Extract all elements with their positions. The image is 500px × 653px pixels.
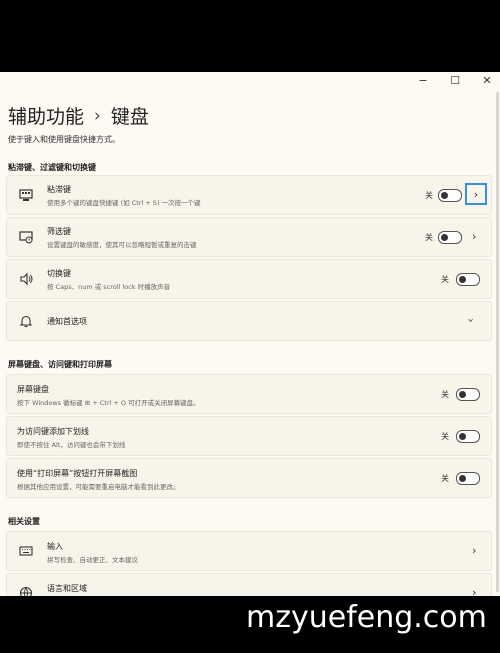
toggle-keys-toggle[interactable]: [456, 273, 480, 286]
section-heading-sticky: 粘滞键、过滤键和切换键: [8, 163, 96, 172]
window-controls: − ☐ ✕: [416, 74, 494, 87]
filter-keys-state: 关: [425, 233, 433, 242]
chevron-right-icon[interactable]: ›: [472, 544, 476, 557]
sticky-keys-row[interactable]: 粘滞键 使用多个键的键盘快捷键 (如 Ctrl + S) 一次按一个键 关 ›: [6, 175, 492, 215]
toggle-keys-state: 关: [441, 275, 449, 284]
input-title: 输入: [47, 542, 63, 551]
sticky-keys-state: 关: [425, 191, 433, 200]
toggle-keys-title: 切换键: [47, 269, 71, 278]
sticky-keys-title: 粘滞键: [47, 185, 71, 194]
sticky-keys-toggle[interactable]: [438, 189, 462, 202]
print-screen-toggle[interactable]: [456, 472, 480, 485]
breadcrumb: 辅助功能 › 键盘: [8, 102, 149, 129]
breadcrumb-parent[interactable]: 辅助功能: [8, 102, 84, 129]
section-heading-screen: 屏幕键盘、访问键和打印屏幕: [8, 360, 112, 369]
print-screen-title: 使用“打印屏幕”按钮打开屏幕截图: [17, 469, 138, 478]
maximize-button[interactable]: ☐: [448, 74, 462, 87]
input-settings-row[interactable]: 输入 拼写检查、自动更正、文本建议 ›: [6, 531, 492, 571]
chevron-right-icon: ›: [473, 187, 479, 201]
notification-preferences-row[interactable]: 通知首选项 ›: [6, 301, 492, 341]
chevron-right-icon[interactable]: ›: [472, 230, 476, 243]
on-screen-keyboard-state: 关: [441, 390, 449, 399]
language-region-row[interactable]: 语言和区域 ›: [6, 573, 492, 596]
sticky-keys-icon: [18, 187, 34, 203]
access-keys-subtitle: 即使不按住 Alt，访问键也会带下划线: [17, 441, 126, 449]
scrollbar[interactable]: [496, 92, 499, 592]
language-icon: [18, 585, 34, 596]
print-screen-subtitle: 根据其他应用设置，可能需要重启电脑才能看到此更改。: [17, 483, 180, 491]
page-title: 键盘: [110, 106, 149, 128]
toggle-keys-subtitle: 按 Caps、num 或 scroll lock 时播放声音: [47, 283, 171, 291]
language-region-title: 语言和区域: [47, 584, 87, 593]
close-button[interactable]: ✕: [480, 74, 494, 87]
sticky-keys-subtitle: 使用多个键的键盘快捷键 (如 Ctrl + S) 一次按一个键: [47, 199, 201, 207]
on-screen-keyboard-title: 屏幕键盘: [17, 385, 49, 394]
on-screen-keyboard-toggle[interactable]: [456, 388, 480, 401]
access-keys-title: 为访问键添加下划线: [17, 427, 89, 436]
print-screen-row[interactable]: 使用“打印屏幕”按钮打开屏幕截图 根据其他应用设置，可能需要重启电脑才能看到此更…: [6, 458, 492, 498]
filter-keys-toggle[interactable]: [438, 231, 462, 244]
access-keys-toggle[interactable]: [456, 430, 480, 443]
speaker-icon: [18, 271, 34, 287]
filter-keys-title: 筛选键: [47, 227, 71, 236]
sticky-keys-expand-button[interactable]: ›: [465, 183, 487, 205]
minimize-button[interactable]: −: [416, 74, 430, 87]
access-keys-row[interactable]: 为访问键添加下划线 即使不按住 Alt，访问键也会带下划线 关: [6, 416, 492, 456]
chevron-right-icon: ›: [94, 105, 101, 126]
chevron-right-icon[interactable]: ›: [472, 586, 476, 596]
access-keys-state: 关: [441, 432, 449, 441]
filter-keys-icon: [18, 229, 34, 245]
print-screen-state: 关: [441, 474, 449, 483]
toggle-keys-row[interactable]: 切换键 按 Caps、num 或 scroll lock 时播放声音 关: [6, 259, 492, 299]
section-heading-related: 相关设置: [8, 517, 40, 526]
keyboard-icon: [18, 543, 34, 559]
input-subtitle: 拼写检查、自动更正、文本建议: [47, 556, 138, 564]
filter-keys-subtitle: 设置键盘的敏感度，使其可以忽略短暂或重复的击键: [47, 241, 197, 249]
chevron-down-icon[interactable]: ›: [465, 318, 478, 322]
bell-icon: [18, 313, 34, 329]
filter-keys-row[interactable]: 筛选键 设置键盘的敏感度，使其可以忽略短暂或重复的击键 关 ›: [6, 217, 492, 257]
on-screen-keyboard-subtitle: 按下 Windows 徽标键 ⊞ + Ctrl + O 可打开或关闭屏幕键盘。: [17, 399, 200, 407]
notification-preferences-title: 通知首选项: [47, 317, 87, 326]
watermark-text: mzyuefeng.com: [246, 600, 487, 635]
on-screen-keyboard-row[interactable]: 屏幕键盘 按下 Windows 徽标键 ⊞ + Ctrl + O 可打开或关闭屏…: [6, 374, 492, 414]
page-description: 使于键入和使用键盘快捷方式。: [8, 135, 120, 144]
settings-window: − ☐ ✕ 辅助功能 › 键盘 使于键入和使用键盘快捷方式。 粘滞键、过滤键和切…: [0, 72, 500, 596]
